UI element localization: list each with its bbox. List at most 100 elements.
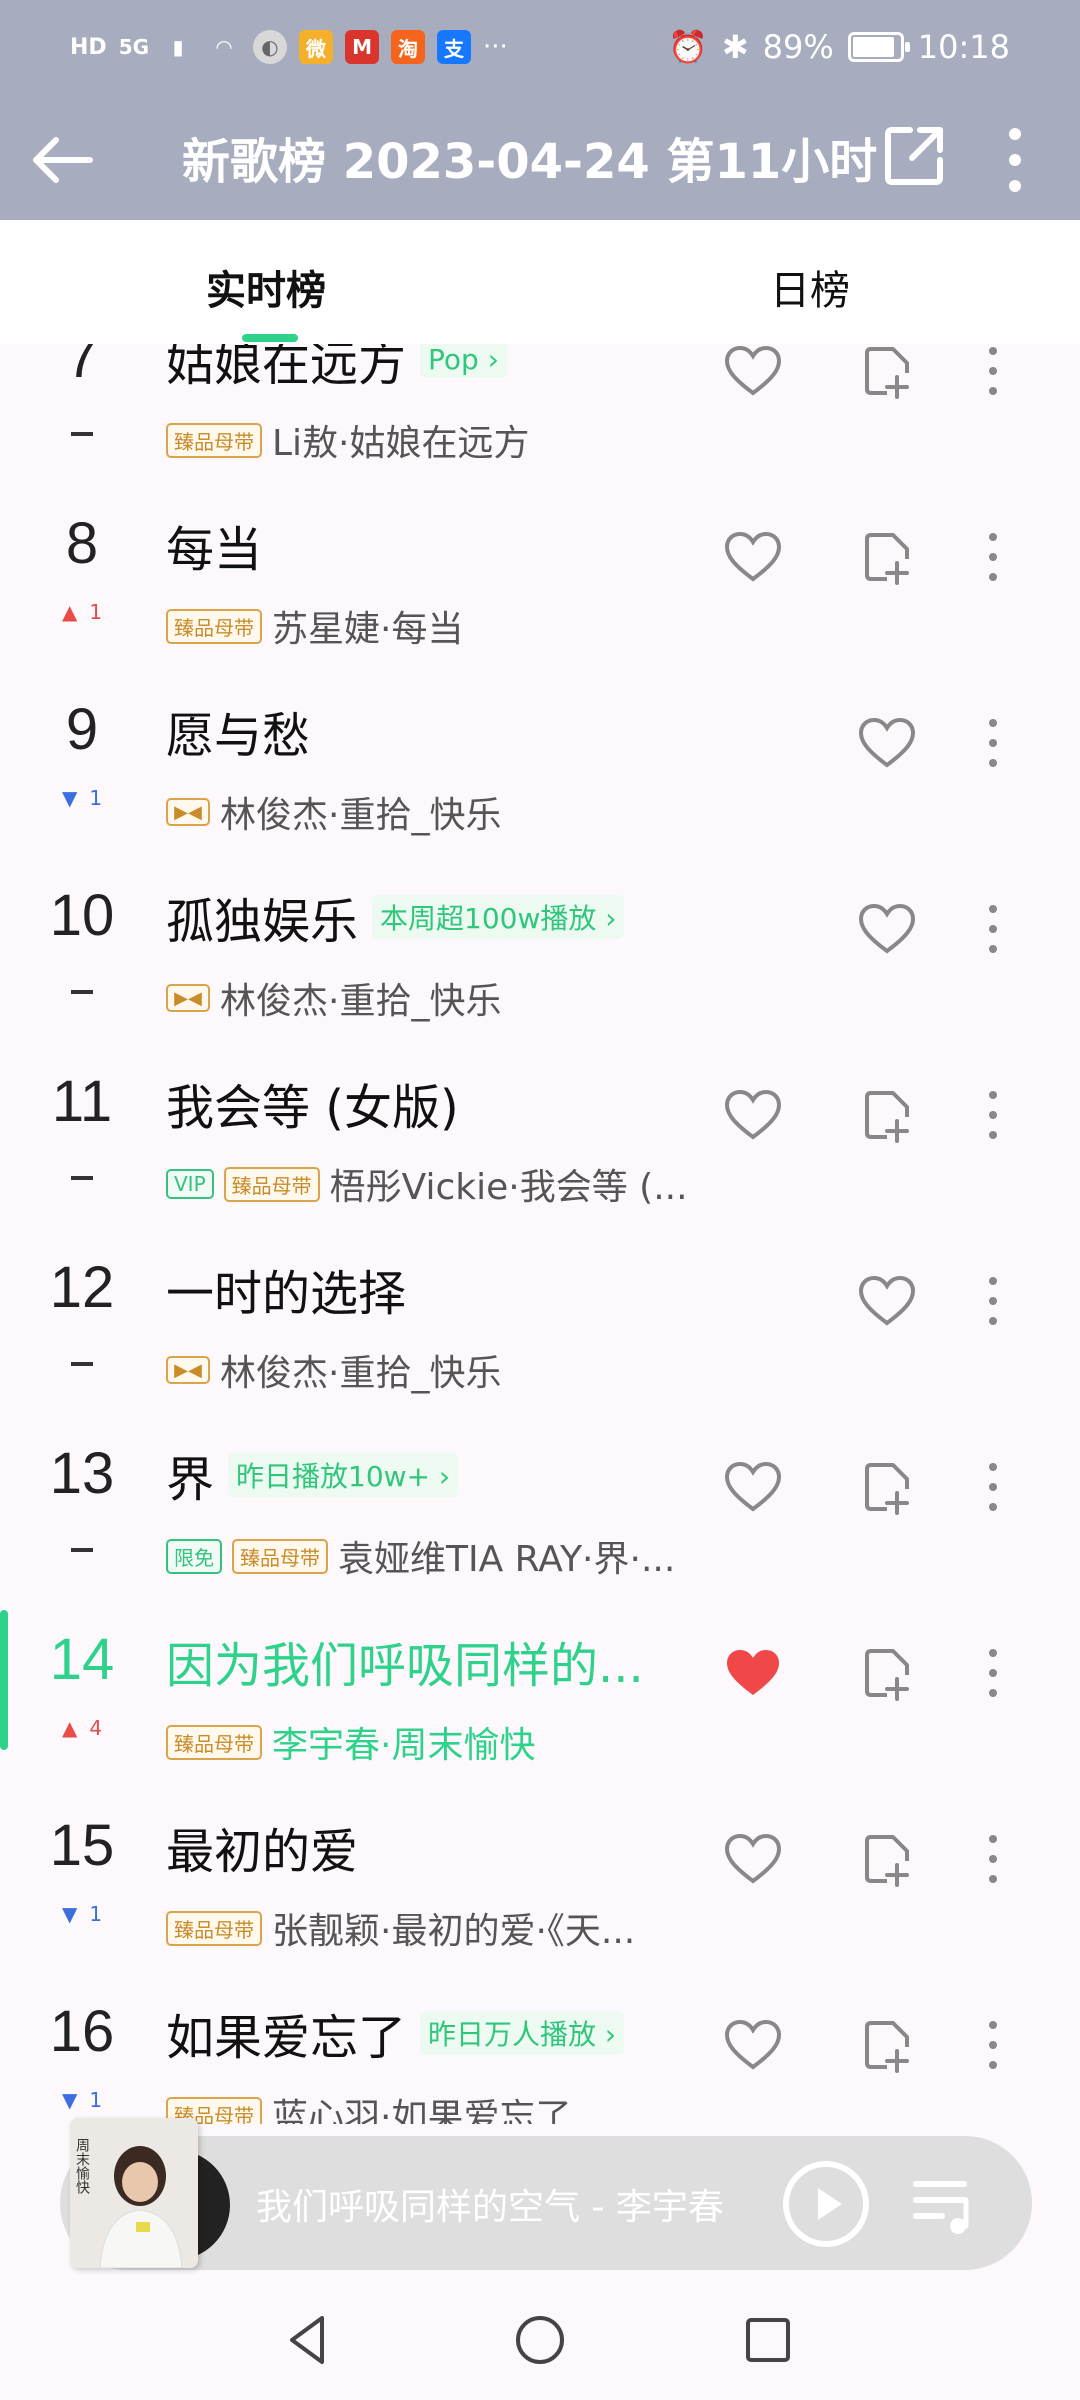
song-more-button[interactable]	[958, 1824, 1028, 1894]
rank-change	[20, 972, 144, 1012]
now-playing-title[interactable]: 我们呼吸同样的空气 - 李宇春	[256, 2178, 736, 2230]
rank-number: 9	[65, 697, 99, 762]
song-title-row: 一时的选择	[166, 1254, 406, 1324]
add-to-playlist-button[interactable]	[852, 1824, 922, 1894]
list-item[interactable]: 7 姑娘在远方 Pop › 臻品母带 Li敖·姑娘在远方	[0, 344, 1080, 500]
weibo-icon: 微	[299, 30, 334, 64]
like-button[interactable]	[852, 1266, 922, 1336]
share-button[interactable]	[880, 120, 950, 190]
nav-recents-button[interactable]	[738, 2310, 798, 2370]
add-to-playlist-button[interactable]	[852, 2010, 922, 2080]
song-title-row: 最初的爱	[166, 1812, 358, 1882]
like-button[interactable]	[852, 894, 922, 964]
hd-label: HD	[70, 34, 107, 60]
song-tag-link[interactable]: Pop ›	[420, 344, 507, 378]
song-more-button[interactable]	[958, 1080, 1028, 1150]
playlist-queue-button[interactable]	[910, 2170, 980, 2240]
network-label: 5G	[118, 35, 150, 59]
song-title-row: 姑娘在远方 Pop ›	[166, 344, 507, 394]
song-title: 界	[166, 1452, 215, 1508]
rank-change	[20, 1530, 144, 1570]
song-title: 愿与愁	[166, 708, 311, 764]
song-more-button[interactable]	[958, 2010, 1028, 2080]
song-meta: 臻品母带 Li敖·姑娘在远方	[166, 414, 530, 466]
play-circle-icon	[783, 2161, 869, 2247]
song-more-button[interactable]	[958, 522, 1028, 592]
rank-number: 10	[49, 883, 115, 948]
song-title: 孤独娱乐	[166, 894, 359, 950]
song-more-button[interactable]	[958, 1638, 1028, 1708]
list-item[interactable]: 11 我会等 (女版) VIP 臻品母带 梧彤Vickie·我会等 (...	[0, 1058, 1080, 1244]
like-button[interactable]	[718, 1824, 788, 1894]
nav-home-icon	[516, 2316, 564, 2364]
rank-down-icon: ▼	[61, 2088, 78, 2112]
rank-number: 8	[65, 511, 99, 576]
more-button[interactable]	[985, 120, 1045, 200]
add-to-playlist-button[interactable]	[852, 1638, 922, 1708]
rank-number: 15	[49, 1813, 115, 1878]
song-tag-link[interactable]: 昨日播放10w+ ›	[228, 1453, 459, 1497]
list-item[interactable]: 15 ▼ 1 最初的爱 臻品母带 张靓颖·最初的爱·《天...	[0, 1802, 1080, 1988]
tab-daily[interactable]: 日榜	[770, 258, 850, 316]
play-button[interactable]	[780, 2158, 872, 2250]
heart-outline-icon	[724, 1461, 782, 1512]
like-button[interactable]	[718, 344, 788, 406]
song-tag-link[interactable]: 本周超100w播放 ›	[372, 895, 625, 939]
song-list[interactable]: 7 姑娘在远方 Pop › 臻品母带 Li敖·姑娘在远方 8 ▲ 1 每当 臻品母…	[0, 344, 1080, 2124]
song-title: 因为我们呼吸同样的...	[166, 1638, 644, 1694]
free-badge: 限免	[166, 1538, 222, 1574]
song-tag-link[interactable]: 昨日万人播放 ›	[420, 2011, 625, 2055]
add-to-playlist-icon	[865, 1835, 909, 1887]
song-title-row: 如果爱忘了 昨日万人播放 ›	[166, 1998, 625, 2068]
song-title: 姑娘在远方	[166, 344, 407, 392]
rank-change	[20, 1344, 144, 1384]
song-meta: ▶◀ 林俊杰·重拾_快乐	[166, 972, 501, 1024]
album-cover[interactable]: 周末愉快	[70, 2118, 198, 2268]
song-meta: 臻品母带 苏星婕·每当	[166, 600, 463, 652]
song-tag-text: 本周超100w播放	[380, 902, 597, 935]
nav-back-button[interactable]	[278, 2310, 338, 2370]
list-item[interactable]: 12 一时的选择 ▶◀ 林俊杰·重拾_快乐	[0, 1244, 1080, 1430]
rank-change	[20, 1158, 144, 1198]
list-item[interactable]: 10 孤独娱乐 本周超100w播放 › ▶◀ 林俊杰·重拾_快乐	[0, 872, 1080, 1058]
list-item[interactable]: 14 ▲ 4 因为我们呼吸同样的... 臻品母带 李宇春·周末愉快	[0, 1616, 1080, 1802]
no-change-dash	[71, 432, 93, 436]
wifi-icon: ◠	[216, 35, 232, 59]
list-item[interactable]: 13 界 昨日播放10w+ › 限免 臻品母带 袁娅维TIA RAY·界·...	[0, 1430, 1080, 1616]
song-more-button[interactable]	[958, 1452, 1028, 1522]
rank-change-value: 1	[89, 786, 103, 810]
like-button[interactable]	[718, 1638, 788, 1708]
rank-change-value: 4	[89, 1716, 103, 1740]
heart-filled-icon	[727, 1650, 779, 1695]
list-item[interactable]: 8 ▲ 1 每当 臻品母带 苏星婕·每当	[0, 500, 1080, 686]
list-item[interactable]: 9 ▼ 1 愿与愁 ▶◀ 林俊杰·重拾_快乐	[0, 686, 1080, 872]
add-to-playlist-button[interactable]	[852, 1452, 922, 1522]
like-button[interactable]	[718, 522, 788, 592]
more-vertical-icon	[989, 719, 997, 767]
like-button[interactable]	[718, 1080, 788, 1150]
like-button[interactable]	[718, 1452, 788, 1522]
more-vertical-icon	[1009, 128, 1021, 192]
add-to-playlist-button[interactable]	[852, 522, 922, 592]
cover-title-text: 周末愉快	[74, 2138, 90, 2194]
like-button[interactable]	[852, 708, 922, 778]
more-vertical-icon	[989, 2021, 997, 2069]
rank-number: 14	[49, 1627, 115, 1692]
song-more-button[interactable]	[958, 894, 1028, 964]
like-button[interactable]	[718, 2010, 788, 2080]
list-item[interactable]: 16 ▼ 1 如果爱忘了 昨日万人播放 › 臻品母带 蓝心羽·如果爱忘了	[0, 1988, 1080, 2124]
song-title-row: 我会等 (女版)	[166, 1068, 459, 1138]
back-button[interactable]	[28, 120, 108, 200]
song-more-button[interactable]	[958, 708, 1028, 778]
no-change-dash	[71, 990, 93, 994]
song-more-button[interactable]	[958, 344, 1028, 406]
tab-realtime[interactable]: 实时榜	[206, 258, 326, 316]
add-to-playlist-button[interactable]	[852, 344, 922, 406]
add-to-playlist-button[interactable]	[852, 1080, 922, 1150]
add-to-playlist-icon	[865, 2021, 909, 2073]
song-more-button[interactable]	[958, 1266, 1028, 1336]
nav-home-button[interactable]	[510, 2310, 570, 2370]
rank-number: 13	[49, 1441, 115, 1506]
artist-album: 袁娅维TIA RAY·界·...	[338, 1539, 676, 1580]
rank-up-icon: ▲	[61, 1716, 78, 1740]
